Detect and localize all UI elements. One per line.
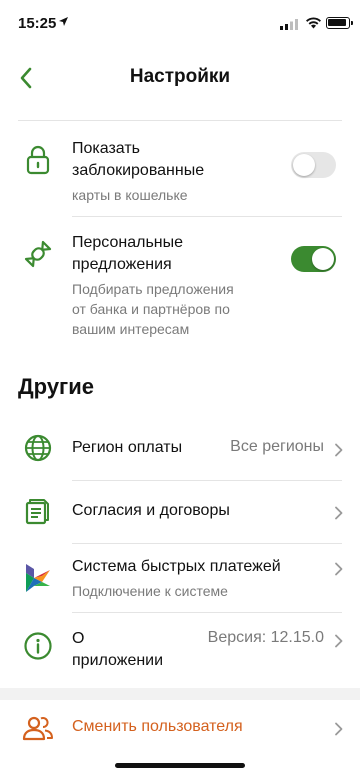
personal-offers-toggle[interactable] (291, 246, 336, 272)
row-title: Согласия и договоры (72, 502, 230, 519)
row-subtitle: Подключение к системе (72, 583, 228, 599)
row-title: Персональные предложения (72, 232, 183, 276)
row-subtitle: карты в кошельке (72, 187, 188, 203)
candy-icon (22, 238, 54, 270)
documents-icon (22, 495, 54, 527)
show-blocked-cards-toggle[interactable] (291, 152, 336, 178)
globe-icon (22, 432, 54, 464)
row-title-line: предложения (72, 256, 172, 273)
row-title: О приложении (72, 628, 163, 672)
info-icon (22, 630, 54, 662)
row-title-line: приложении (72, 652, 164, 669)
row-title: Система быстрых платежей (72, 558, 281, 575)
row-subtitle-line: вашим интересам (72, 321, 190, 337)
section-title: Другие (18, 374, 94, 399)
section-gap (0, 688, 360, 700)
location-arrow-icon (59, 17, 68, 26)
row-value: Версия: 12.15.0 (207, 629, 324, 646)
users-icon (22, 712, 54, 744)
chevron-right-icon (335, 634, 343, 648)
sbp-logo-icon (22, 562, 54, 594)
divider (18, 120, 342, 121)
home-indicator[interactable] (115, 763, 245, 768)
divider (72, 543, 342, 544)
switch-user-label: Сменить пользователя (72, 718, 243, 735)
row-title-line: О (72, 630, 85, 647)
row-value: Все регионы (230, 438, 324, 455)
row-subtitle-line: Подбирать предложения (72, 281, 234, 297)
divider (72, 216, 342, 217)
row-subtitle: Подбирать предложения от банка и партнёр… (72, 279, 234, 339)
toggle-knob (293, 154, 315, 176)
chevron-right-icon (335, 506, 343, 520)
row-title: Показать заблокированные (72, 138, 204, 182)
row-title-line: Персональные (72, 234, 184, 251)
wifi-icon (306, 17, 321, 29)
status-time: 15:25 (18, 15, 57, 32)
battery-icon (326, 17, 353, 29)
row-title-line: заблокированные (72, 162, 205, 179)
row-subtitle-line: от банка и партнёров по (72, 301, 230, 317)
divider (72, 480, 342, 481)
lock-icon (22, 144, 54, 176)
signal-icon (280, 19, 298, 30)
chevron-right-icon (335, 443, 343, 457)
status-bar: 15:25 (0, 0, 360, 44)
toggle-knob (312, 248, 334, 270)
chevron-right-icon (335, 722, 343, 736)
row-title: Регион оплаты (72, 439, 183, 456)
row-title-line: Показать (72, 140, 141, 157)
page-title: Настройки (129, 66, 231, 87)
divider (72, 612, 342, 613)
chevron-right-icon (335, 562, 343, 576)
